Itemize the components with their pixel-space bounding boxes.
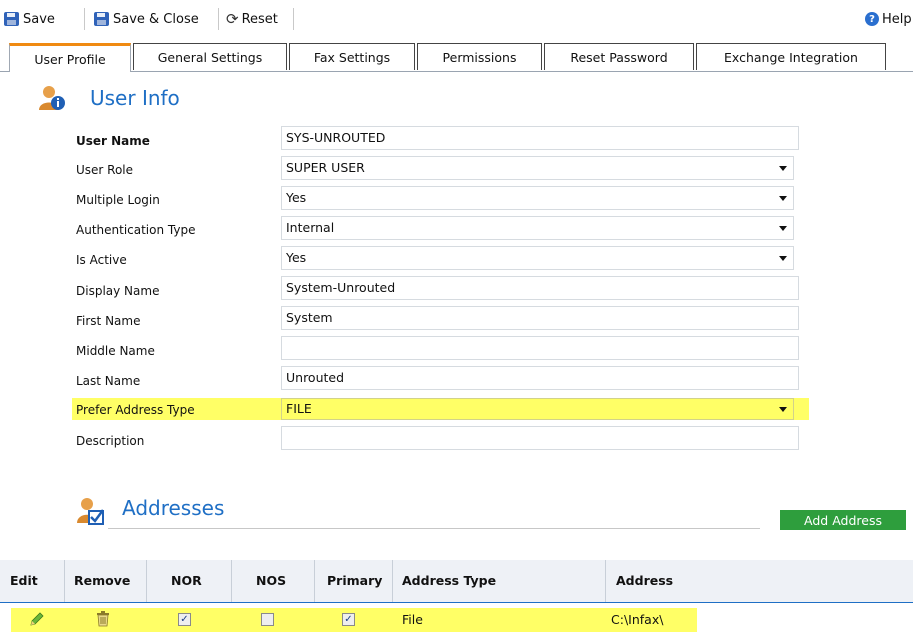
primary-checkbox[interactable]: ✓: [342, 613, 355, 626]
description-label: Description: [76, 434, 145, 448]
tab-general-settings[interactable]: General Settings: [133, 43, 287, 70]
column-header-nor: NOR: [171, 573, 202, 588]
tab-label: Exchange Integration: [724, 49, 858, 65]
help-label: Help: [882, 11, 912, 27]
tab-label: Fax Settings: [313, 49, 391, 65]
column-header-address: Address: [616, 573, 674, 588]
refresh-icon: ⟳: [226, 9, 239, 28]
nos-checkbox[interactable]: [261, 613, 274, 626]
chevron-down-icon: [779, 256, 787, 261]
tab-label: Permissions: [442, 49, 517, 65]
tab-permissions[interactable]: Permissions: [417, 43, 542, 70]
address-cell: C:\Infax\: [611, 612, 664, 627]
tab-user-profile[interactable]: User Profile: [9, 43, 131, 72]
address-type-cell: File: [402, 612, 423, 627]
column-header-edit: Edit: [10, 573, 38, 588]
user-info-title: User Info: [90, 86, 180, 110]
tab-strip-border: [0, 71, 913, 72]
user-info-icon: [39, 86, 65, 110]
display-name-field[interactable]: System-Unrouted: [281, 276, 799, 300]
is-active-label: Is Active: [76, 253, 127, 267]
tab-fax-settings[interactable]: Fax Settings: [289, 43, 415, 70]
display-name-label: Display Name: [76, 284, 160, 298]
save-close-button[interactable]: Save & Close: [94, 9, 199, 29]
middle-name-field[interactable]: [281, 336, 799, 360]
toolbar-divider: [218, 8, 219, 30]
help-button[interactable]: ? Help: [865, 9, 913, 29]
chevron-down-icon: [779, 407, 787, 412]
chevron-down-icon: [779, 166, 787, 171]
floppy-disk-icon: [94, 12, 109, 26]
chevron-down-icon: [779, 226, 787, 231]
add-address-button[interactable]: Add Address: [780, 510, 906, 530]
checkmark-icon: ✓: [180, 613, 189, 625]
is-active-select[interactable]: Yes: [281, 246, 794, 270]
description-field[interactable]: [281, 426, 799, 450]
tab-label: General Settings: [157, 49, 263, 65]
save-button[interactable]: Save: [4, 9, 55, 29]
reset-button[interactable]: ⟳ Reset: [226, 9, 278, 29]
authentication-type-label: Authentication Type: [76, 223, 196, 237]
column-header-primary: Primary: [327, 573, 383, 588]
prefer-address-type-select[interactable]: FILE: [281, 398, 794, 420]
nor-checkbox[interactable]: ✓: [178, 613, 191, 626]
toolbar-divider: [293, 8, 294, 30]
user-name-field[interactable]: SYS-UNROUTED: [281, 126, 799, 150]
first-name-field[interactable]: System: [281, 306, 799, 330]
multiple-login-label: Multiple Login: [76, 193, 160, 207]
last-name-label: Last Name: [76, 374, 141, 388]
user-role-value: SUPER USER: [286, 160, 365, 175]
tab-label: User Profile: [34, 51, 106, 67]
tab-label: Reset Password: [570, 49, 668, 65]
authentication-type-select[interactable]: Internal: [281, 216, 794, 240]
authentication-type-value: Internal: [286, 220, 335, 235]
reset-label: Reset: [241, 11, 278, 27]
toolbar-divider: [84, 8, 85, 30]
addresses-divider: [108, 528, 760, 529]
trash-icon[interactable]: [96, 611, 110, 627]
tab-reset-password[interactable]: Reset Password: [544, 43, 694, 70]
help-icon: ?: [865, 12, 879, 26]
multiple-login-value: Yes: [286, 190, 307, 205]
column-header-remove: Remove: [74, 573, 131, 588]
toolbar: Save Save & Close ⟳ Reset ? Help: [0, 0, 913, 37]
addresses-title: Addresses: [122, 496, 225, 520]
checkmark-icon: ✓: [344, 613, 353, 625]
user-role-select[interactable]: SUPER USER: [281, 156, 794, 180]
chevron-down-icon: [779, 196, 787, 201]
last-name-field[interactable]: Unrouted: [281, 366, 799, 390]
first-name-label: First Name: [76, 314, 141, 328]
save-label: Save: [23, 11, 55, 27]
is-active-value: Yes: [286, 250, 307, 265]
addresses-icon: [77, 498, 105, 525]
save-close-label: Save & Close: [113, 11, 199, 27]
middle-name-label: Middle Name: [76, 344, 155, 358]
column-header-address-type: Address Type: [402, 573, 497, 588]
prefer-address-type-value: FILE: [286, 401, 312, 416]
multiple-login-select[interactable]: Yes: [281, 186, 794, 210]
floppy-disk-icon: [4, 12, 19, 26]
column-header-nos: NOS: [256, 573, 287, 588]
pencil-icon[interactable]: [29, 611, 45, 627]
prefer-address-type-label: Prefer Address Type: [76, 403, 195, 417]
user-role-label: User Role: [76, 163, 134, 177]
user-name-label: User Name: [76, 134, 150, 148]
tab-exchange-integration[interactable]: Exchange Integration: [696, 43, 886, 70]
